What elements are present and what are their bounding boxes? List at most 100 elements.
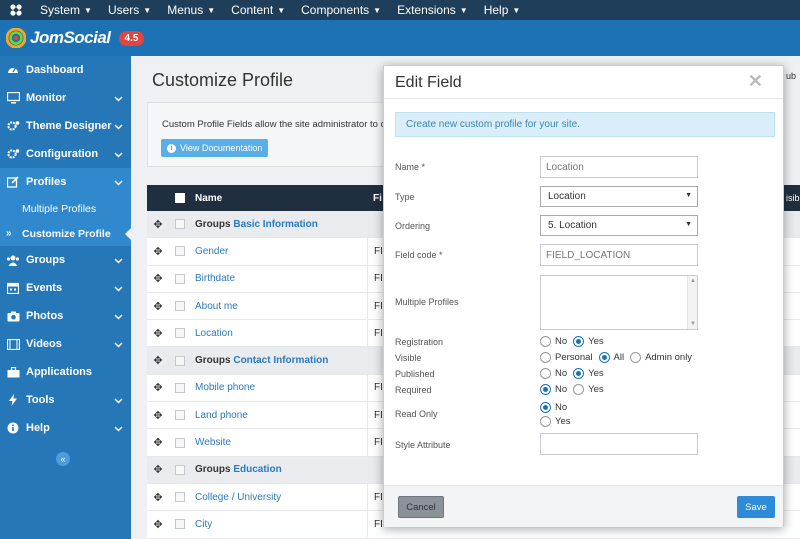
sidebar-item-configuration[interactable]: Configuration bbox=[0, 140, 131, 168]
description-text: Custom Profile Fields allow the site adm… bbox=[162, 119, 389, 130]
row-checkbox[interactable] bbox=[175, 492, 185, 503]
move-icon[interactable]: ✥ bbox=[147, 327, 169, 340]
group-name-link[interactable]: Education bbox=[233, 464, 281, 475]
row-checkbox[interactable] bbox=[175, 355, 185, 366]
name-input[interactable]: Location bbox=[540, 156, 698, 178]
sidebar-collapse-button[interactable]: « bbox=[56, 452, 70, 466]
info-icon: i bbox=[167, 143, 176, 153]
row-checkbox[interactable] bbox=[175, 519, 185, 530]
visible-all-radio[interactable] bbox=[598, 352, 610, 363]
sidebar-item-photos[interactable]: Photos bbox=[0, 302, 131, 330]
chevron-down-icon bbox=[114, 423, 123, 435]
field-name-link[interactable]: Land phone bbox=[195, 410, 248, 421]
save-button[interactable]: Save bbox=[737, 496, 775, 518]
move-icon[interactable]: ✥ bbox=[147, 518, 169, 531]
caret-down-icon: ▼ bbox=[373, 5, 382, 15]
field-name-link[interactable]: Website bbox=[195, 437, 231, 448]
published-filter-label: ub bbox=[786, 71, 797, 81]
listbox-scrollbar[interactable]: ▲ ▼ bbox=[687, 276, 697, 329]
move-icon[interactable]: ✥ bbox=[147, 272, 169, 285]
view-documentation-button[interactable]: i View Documentation bbox=[161, 139, 269, 157]
read-only-yes-option: Yes bbox=[540, 416, 577, 427]
sidebar-item-events[interactable]: Events bbox=[0, 274, 131, 302]
row-checkbox[interactable] bbox=[175, 301, 185, 312]
published-yes-radio[interactable] bbox=[573, 368, 585, 379]
sidebar-item-monitor[interactable]: Monitor bbox=[0, 84, 131, 112]
field-name-link[interactable]: College / University bbox=[195, 492, 281, 503]
visible-admin-only-radio[interactable] bbox=[630, 352, 642, 363]
move-icon[interactable]: ✥ bbox=[147, 218, 169, 231]
move-icon[interactable]: ✥ bbox=[147, 300, 169, 313]
group-name-link[interactable]: Contact Information bbox=[233, 355, 328, 366]
sidebar-item-profiles[interactable]: Profiles bbox=[0, 168, 131, 196]
menu-extensions[interactable]: Extensions ▼ bbox=[389, 3, 476, 17]
menu-menus[interactable]: Menus ▼ bbox=[159, 3, 223, 17]
row-checkbox[interactable] bbox=[175, 328, 185, 339]
required-yes-radio[interactable] bbox=[573, 384, 585, 395]
row-checkbox[interactable] bbox=[175, 464, 185, 475]
sidebar-subitem-customize-profile[interactable]: » Customize Profile bbox=[0, 221, 131, 246]
sidebar-item-tools[interactable]: Tools bbox=[0, 386, 131, 414]
edit-field-modal: Edit Field ✕ Create new custom profile f… bbox=[383, 65, 784, 527]
select-all-checkbox[interactable] bbox=[175, 193, 185, 203]
group-prefix: Groups bbox=[195, 464, 231, 476]
row-checkbox[interactable] bbox=[175, 273, 185, 284]
registration-yes-radio[interactable] bbox=[573, 336, 585, 347]
field-name-link[interactable]: Birthdate bbox=[195, 273, 235, 284]
info-alert: Create new custom profile for your site. bbox=[395, 112, 775, 137]
required-no-radio[interactable] bbox=[540, 384, 551, 395]
group-name-link[interactable]: Basic Information bbox=[233, 219, 317, 230]
menu-system[interactable]: System ▼ bbox=[32, 3, 100, 17]
ordering-select[interactable]: 5. Location ▼ bbox=[540, 215, 698, 236]
row-checkbox[interactable] bbox=[175, 219, 185, 230]
sidebar-item-help[interactable]: Help bbox=[0, 414, 131, 442]
sidebar-item-applications[interactable]: Applications bbox=[0, 358, 131, 386]
move-icon[interactable]: ✥ bbox=[147, 436, 169, 449]
move-icon[interactable]: ✥ bbox=[147, 409, 169, 422]
column-name[interactable]: Name bbox=[191, 193, 367, 204]
field-name-link[interactable]: Gender bbox=[195, 246, 228, 257]
close-icon[interactable]: ✕ bbox=[748, 71, 763, 92]
field-name-link[interactable]: Location bbox=[195, 328, 233, 339]
read-only-no-radio[interactable] bbox=[540, 402, 551, 413]
registration-no-radio[interactable] bbox=[540, 336, 551, 347]
published-no-radio[interactable] bbox=[540, 368, 551, 379]
field-name-link[interactable]: About me bbox=[195, 301, 238, 312]
move-icon[interactable]: ✥ bbox=[147, 245, 169, 258]
sidebar-item-videos[interactable]: Videos bbox=[0, 330, 131, 358]
calendar-icon bbox=[6, 282, 20, 294]
multiple-profiles-listbox[interactable]: ▲ ▼ bbox=[540, 275, 698, 330]
sidebar-item-theme-designer[interactable]: Theme Designer bbox=[0, 112, 131, 140]
read-only-yes-radio[interactable] bbox=[540, 416, 551, 427]
move-icon[interactable]: ✥ bbox=[147, 381, 169, 394]
menu-users[interactable]: Users ▼ bbox=[100, 3, 159, 17]
menu-components[interactable]: Components ▼ bbox=[293, 3, 389, 17]
sidebar-item-dashboard[interactable]: Dashboard bbox=[0, 56, 131, 84]
field-name-link[interactable]: City bbox=[195, 519, 212, 530]
admin-menu-bar: System ▼ Users ▼ Menus ▼ Content ▼ Component… bbox=[0, 0, 800, 20]
move-icon[interactable]: ✥ bbox=[147, 463, 169, 476]
jomsocial-logo[interactable]: JomSocial 4.5 bbox=[6, 28, 145, 48]
field-code-input[interactable]: FIELD_LOCATION bbox=[540, 244, 698, 266]
row-checkbox[interactable] bbox=[175, 382, 185, 393]
registration-label: Registration bbox=[395, 337, 444, 347]
type-select[interactable]: Location ▼ bbox=[540, 186, 698, 207]
menu-content[interactable]: Content ▼ bbox=[223, 3, 293, 17]
chevron-down-icon bbox=[114, 311, 123, 323]
row-checkbox[interactable] bbox=[175, 410, 185, 421]
cancel-button[interactable]: Cancel bbox=[398, 496, 444, 518]
type-label: Type bbox=[395, 192, 415, 202]
row-checkbox[interactable] bbox=[175, 246, 185, 257]
sidebar-subitem-multiple-profiles[interactable]: Multiple Profiles bbox=[0, 196, 131, 221]
style-attribute-input[interactable] bbox=[540, 433, 698, 455]
row-checkbox[interactable] bbox=[175, 437, 185, 448]
visible-personal-radio[interactable] bbox=[540, 352, 551, 363]
move-icon[interactable]: ✥ bbox=[147, 491, 169, 504]
read-only-no-option: No bbox=[540, 402, 573, 413]
move-icon[interactable]: ✥ bbox=[147, 354, 169, 367]
caret-down-icon: ▼ bbox=[512, 5, 521, 15]
field-name-link[interactable]: Mobile phone bbox=[195, 382, 255, 393]
sidebar-item-groups[interactable]: Groups bbox=[0, 246, 131, 274]
joomla-logo-icon[interactable] bbox=[0, 0, 32, 20]
menu-help[interactable]: Help ▼ bbox=[476, 3, 529, 17]
